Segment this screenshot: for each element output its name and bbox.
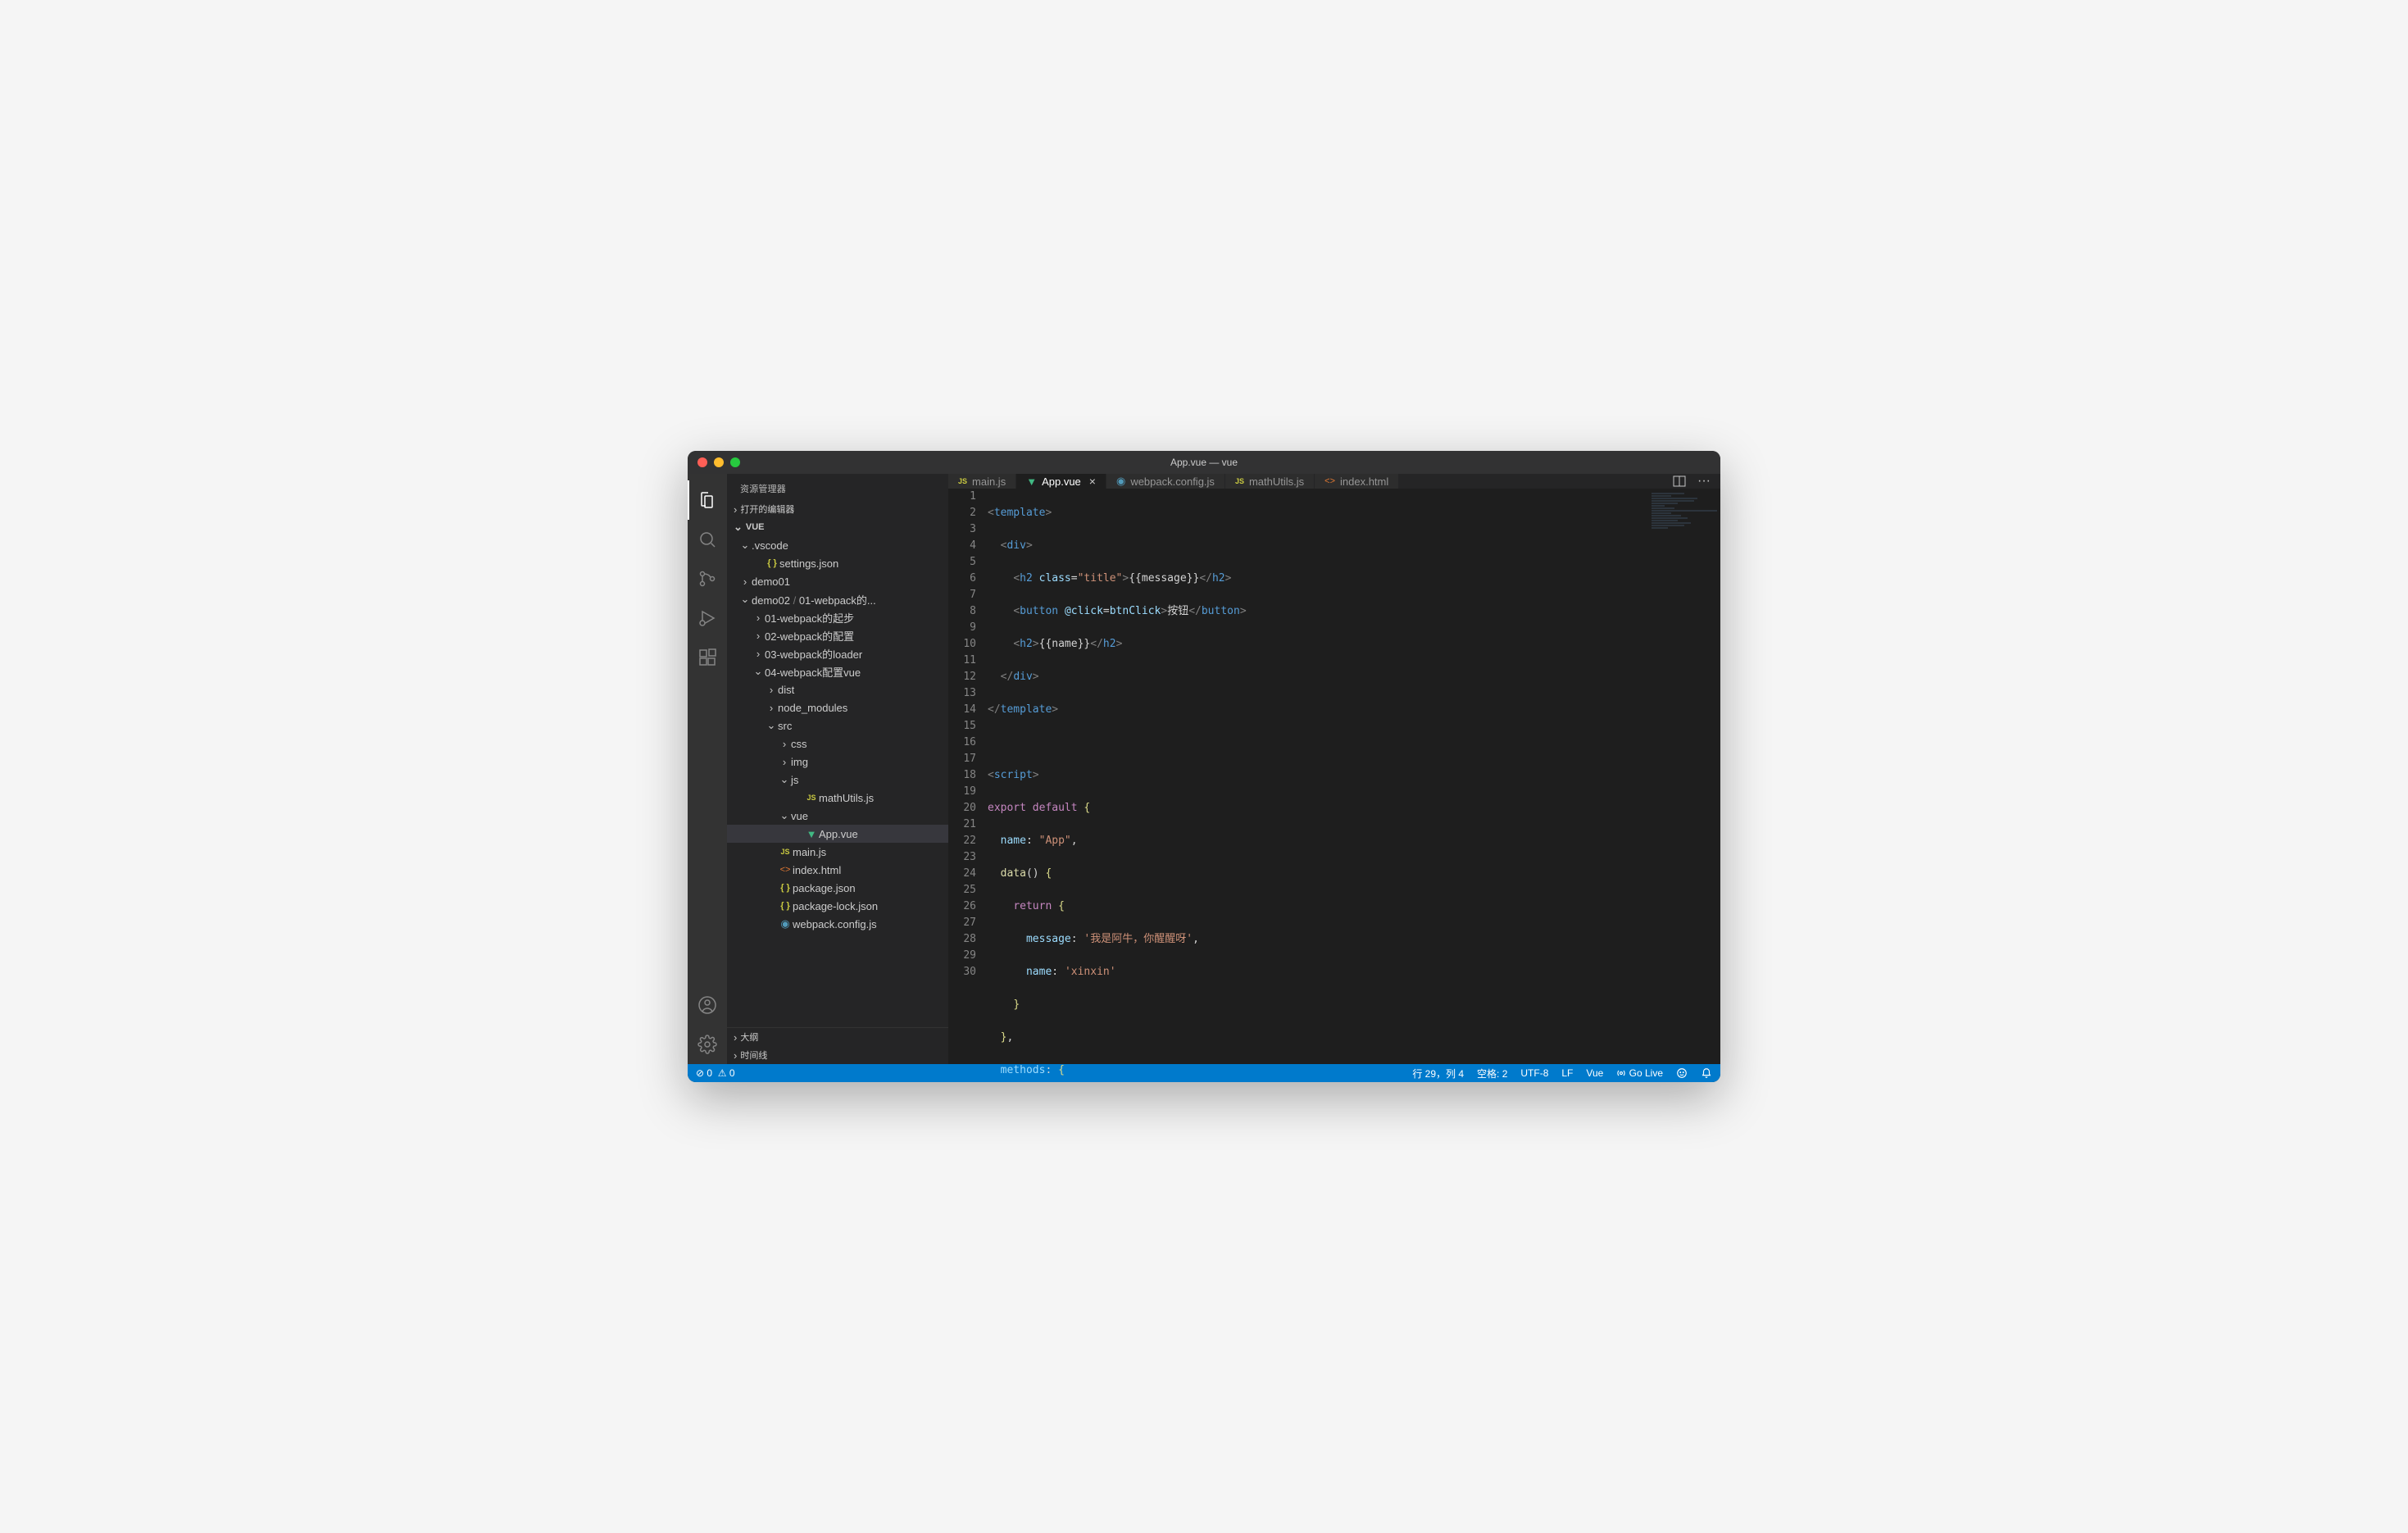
file-webpack-config[interactable]: ◉webpack.config.js — [727, 915, 948, 933]
source-control-icon[interactable] — [688, 559, 727, 598]
folder-03-webpack-loader[interactable]: ›03-webpack的loader — [727, 644, 948, 662]
activity-bar — [688, 474, 727, 1064]
tab-main-js[interactable]: JSmain.js — [948, 474, 1016, 489]
folder-js[interactable]: ⌄js — [727, 771, 948, 789]
editor-area: JSmain.js ▼App.vue× ◉webpack.config.js J… — [948, 474, 1720, 1064]
outline-label: 大纲 — [740, 1030, 758, 1044]
open-editors-label: 打开的编辑器 — [740, 503, 794, 516]
folder-04-webpack-vue[interactable]: ⌄04-webpack配置vue — [727, 662, 948, 680]
sidebar-title: 资源管理器 — [727, 474, 948, 500]
code-content[interactable]: <template> <div> <h2 class="title">{{mes… — [988, 489, 1720, 1082]
minimap[interactable] — [1652, 492, 1717, 549]
run-debug-icon[interactable] — [688, 598, 727, 638]
js-icon: JS — [1235, 477, 1244, 485]
project-section[interactable]: ⌄VUE — [727, 518, 948, 536]
file-tree: ⌄.vscode { }settings.json ›demo01 ⌄demo0… — [727, 536, 948, 1027]
window-title: App.vue — vue — [1170, 457, 1238, 468]
js-icon: JS — [958, 477, 967, 485]
open-editors-section[interactable]: ›打开的编辑器 — [727, 500, 948, 518]
code-editor[interactable]: 1234567891011121314151617181920212223242… — [948, 489, 1720, 1082]
file-app-vue[interactable]: ▼App.vue — [727, 825, 948, 843]
file-package-json[interactable]: { }package.json — [727, 879, 948, 897]
webpack-icon: ◉ — [1116, 475, 1125, 488]
vue-icon: ▼ — [1026, 475, 1037, 488]
outline-section[interactable]: ›大纲 — [727, 1028, 948, 1046]
vscode-window: App.vue — vue — [688, 451, 1720, 1082]
tab-mathutils[interactable]: JSmathUtils.js — [1225, 474, 1315, 489]
folder-css[interactable]: ›css — [727, 735, 948, 753]
folder-dist[interactable]: ›dist — [727, 680, 948, 698]
close-window-button[interactable] — [697, 457, 707, 467]
folder-01-webpack-start[interactable]: ›01-webpack的起步 — [727, 608, 948, 626]
timeline-section[interactable]: ›时间线 — [727, 1046, 948, 1064]
folder-vscode[interactable]: ⌄.vscode — [727, 536, 948, 554]
split-editor-icon[interactable] — [1673, 475, 1686, 488]
extensions-icon[interactable] — [688, 638, 727, 677]
accounts-icon[interactable] — [688, 985, 727, 1025]
search-icon[interactable] — [688, 520, 727, 559]
file-main-js[interactable]: JSmain.js — [727, 843, 948, 861]
file-index-html[interactable]: <>index.html — [727, 861, 948, 879]
file-settings-json[interactable]: { }settings.json — [727, 554, 948, 572]
titlebar: App.vue — vue — [688, 451, 1720, 474]
folder-vue[interactable]: ⌄vue — [727, 807, 948, 825]
folder-demo02[interactable]: ⌄demo02 / 01-webpack的... — [727, 590, 948, 608]
tab-app-vue[interactable]: ▼App.vue× — [1016, 474, 1106, 489]
editor-tabs: JSmain.js ▼App.vue× ◉webpack.config.js J… — [948, 474, 1720, 489]
folder-demo01[interactable]: ›demo01 — [727, 572, 948, 590]
tab-index-html[interactable]: <>index.html — [1315, 474, 1399, 489]
explorer-icon[interactable] — [688, 480, 727, 520]
tab-webpack-config[interactable]: ◉webpack.config.js — [1106, 474, 1225, 489]
more-actions-icon[interactable]: ··· — [1697, 474, 1711, 489]
settings-gear-icon[interactable] — [688, 1025, 727, 1064]
folder-02-webpack-config[interactable]: ›02-webpack的配置 — [727, 626, 948, 644]
file-mathutils[interactable]: JSmathUtils.js — [727, 789, 948, 807]
html-icon: <> — [1324, 476, 1335, 486]
close-tab-icon[interactable]: × — [1089, 475, 1096, 488]
folder-node-modules[interactable]: ›node_modules — [727, 698, 948, 716]
folder-img[interactable]: ›img — [727, 753, 948, 771]
status-problems[interactable]: ⊘ 0 ⚠ 0 — [696, 1067, 735, 1079]
timeline-label: 时间线 — [740, 1049, 767, 1062]
explorer-sidebar: 资源管理器 ›打开的编辑器 ⌄VUE ⌄.vscode { }settings.… — [727, 474, 948, 1064]
traffic-lights — [688, 457, 740, 467]
minimize-window-button[interactable] — [714, 457, 724, 467]
project-name-label: VUE — [746, 522, 765, 532]
maximize-window-button[interactable] — [730, 457, 740, 467]
line-numbers: 1234567891011121314151617181920212223242… — [948, 489, 988, 1082]
folder-src[interactable]: ⌄src — [727, 716, 948, 735]
file-package-lock-json[interactable]: { }package-lock.json — [727, 897, 948, 915]
